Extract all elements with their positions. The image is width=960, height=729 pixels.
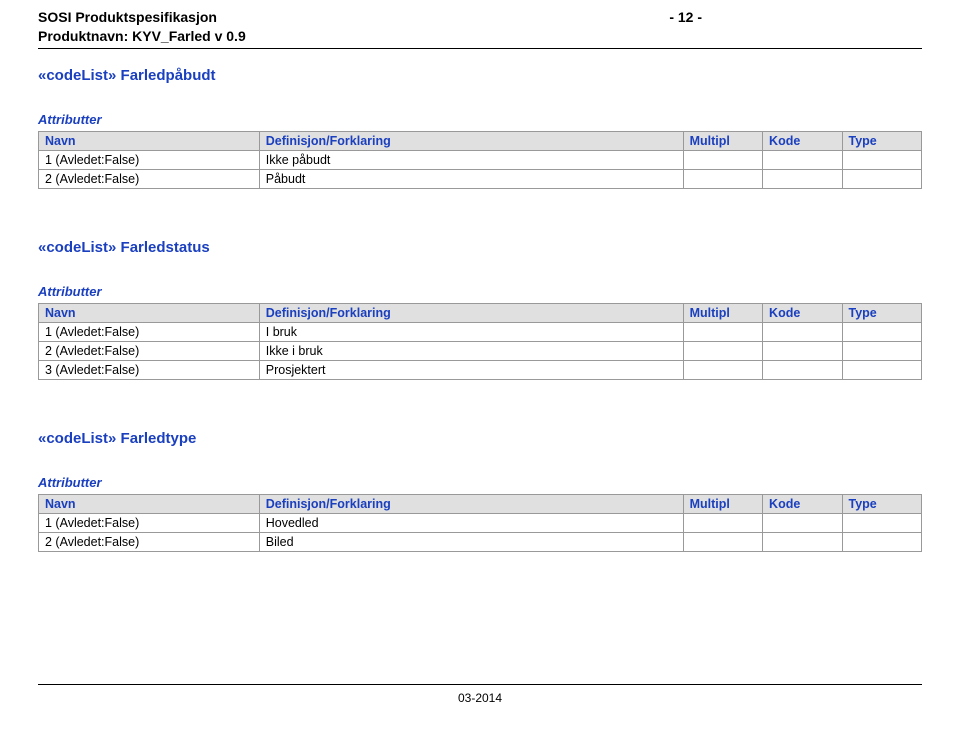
table-cell: 1 (Avledet:False) — [39, 322, 260, 341]
table-cell — [683, 322, 762, 341]
page-header: SOSI Produktspesifikasjon Produktnavn: K… — [38, 8, 922, 46]
document-page: SOSI Produktspesifikasjon Produktnavn: K… — [0, 0, 960, 729]
table-cell — [842, 150, 921, 169]
section-title: «codeList» Farledtype — [38, 430, 922, 447]
page-footer: 03-2014 — [38, 684, 922, 705]
col-header-definisjon: Definisjon/Forklaring — [259, 303, 683, 322]
table-cell: 1 (Avledet:False) — [39, 513, 260, 532]
table-row: 3 (Avledet:False)Prosjektert — [39, 360, 922, 379]
col-header-navn: Navn — [39, 131, 260, 150]
header-line1: SOSI Produktspesifikasjon — [38, 8, 246, 27]
header-page-number: - 12 - — [669, 8, 922, 27]
table-header-row: NavnDefinisjon/ForklaringMultiplKodeType — [39, 131, 922, 150]
table-cell: Biled — [259, 532, 683, 551]
table-cell — [842, 341, 921, 360]
col-header-multipl: Multipl — [683, 494, 762, 513]
table-cell: Ikke i bruk — [259, 341, 683, 360]
table-cell — [763, 150, 842, 169]
table-cell: Hovedled — [259, 513, 683, 532]
col-header-type: Type — [842, 131, 921, 150]
col-header-navn: Navn — [39, 303, 260, 322]
table-cell: 2 (Avledet:False) — [39, 532, 260, 551]
section-gap — [38, 380, 922, 422]
header-line2: Produktnavn: KYV_Farled v 0.9 — [38, 27, 246, 46]
table-row: 2 (Avledet:False)Biled — [39, 532, 922, 551]
table-cell: I bruk — [259, 322, 683, 341]
table-cell — [842, 360, 921, 379]
table-cell — [842, 169, 921, 188]
table-row: 1 (Avledet:False)Ikke påbudt — [39, 150, 922, 169]
attribute-table: NavnDefinisjon/ForklaringMultiplKodeType… — [38, 303, 922, 380]
table-cell — [763, 360, 842, 379]
table-cell — [763, 322, 842, 341]
header-divider — [38, 48, 922, 49]
table-cell: 3 (Avledet:False) — [39, 360, 260, 379]
footer-date: 03-2014 — [458, 691, 502, 705]
table-cell: 2 (Avledet:False) — [39, 169, 260, 188]
table-row: 2 (Avledet:False)Ikke i bruk — [39, 341, 922, 360]
table-cell — [763, 169, 842, 188]
header-left: SOSI Produktspesifikasjon Produktnavn: K… — [38, 8, 246, 46]
section-title: «codeList» Farledstatus — [38, 239, 922, 256]
col-header-multipl: Multipl — [683, 303, 762, 322]
col-header-kode: Kode — [763, 494, 842, 513]
attributes-label: Attributter — [38, 475, 922, 490]
table-row: 2 (Avledet:False)Påbudt — [39, 169, 922, 188]
section-gap — [38, 189, 922, 231]
table-cell — [683, 532, 762, 551]
table-cell — [763, 532, 842, 551]
col-header-type: Type — [842, 303, 921, 322]
table-cell: 1 (Avledet:False) — [39, 150, 260, 169]
sections-container: «codeList» FarledpåbudtAttributterNavnDe… — [38, 67, 922, 552]
attributes-label: Attributter — [38, 284, 922, 299]
table-cell — [842, 532, 921, 551]
table-cell — [763, 513, 842, 532]
col-header-navn: Navn — [39, 494, 260, 513]
table-cell: Prosjektert — [259, 360, 683, 379]
table-cell — [683, 513, 762, 532]
table-cell — [842, 322, 921, 341]
col-header-multipl: Multipl — [683, 131, 762, 150]
section-title: «codeList» Farledpåbudt — [38, 67, 922, 84]
col-header-definisjon: Definisjon/Forklaring — [259, 494, 683, 513]
table-cell — [683, 169, 762, 188]
col-header-type: Type — [842, 494, 921, 513]
table-cell: 2 (Avledet:False) — [39, 341, 260, 360]
table-cell — [683, 341, 762, 360]
col-header-kode: Kode — [763, 131, 842, 150]
attribute-table: NavnDefinisjon/ForklaringMultiplKodeType… — [38, 494, 922, 552]
table-cell — [763, 341, 842, 360]
table-cell — [842, 513, 921, 532]
col-header-kode: Kode — [763, 303, 842, 322]
table-cell — [683, 150, 762, 169]
table-cell — [683, 360, 762, 379]
table-row: 1 (Avledet:False)Hovedled — [39, 513, 922, 532]
table-cell: Ikke påbudt — [259, 150, 683, 169]
attribute-table: NavnDefinisjon/ForklaringMultiplKodeType… — [38, 131, 922, 189]
attributes-label: Attributter — [38, 112, 922, 127]
table-cell: Påbudt — [259, 169, 683, 188]
table-row: 1 (Avledet:False)I bruk — [39, 322, 922, 341]
table-header-row: NavnDefinisjon/ForklaringMultiplKodeType — [39, 494, 922, 513]
col-header-definisjon: Definisjon/Forklaring — [259, 131, 683, 150]
table-header-row: NavnDefinisjon/ForklaringMultiplKodeType — [39, 303, 922, 322]
